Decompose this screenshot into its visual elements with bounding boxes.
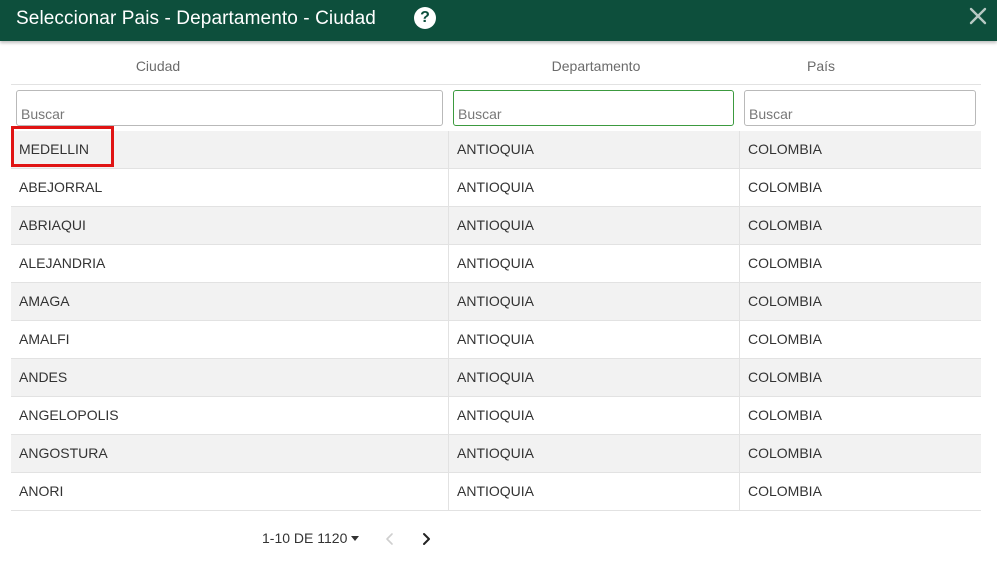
department-cell[interactable]: ANTIOQUIA — [448, 131, 739, 169]
table-row[interactable]: MEDELLIN ANTIOQUIA COLOMBIA — [11, 131, 981, 169]
chevron-right-icon[interactable] — [418, 530, 434, 548]
table-row[interactable]: AMALFI ANTIOQUIA COLOMBIA — [11, 321, 981, 359]
country-cell[interactable]: COLOMBIA — [739, 131, 981, 169]
city-cell[interactable]: ANORI — [11, 473, 448, 511]
department-cell[interactable]: ANTIOQUIA — [448, 283, 739, 321]
ciudad-search-input[interactable] — [16, 90, 443, 126]
city-cell[interactable]: AMALFI — [11, 321, 448, 359]
table-row[interactable]: ANGELOPOLIS ANTIOQUIA COLOMBIA — [11, 397, 981, 435]
question-circle-icon[interactable]: ? — [414, 7, 436, 29]
country-cell[interactable]: COLOMBIA — [739, 283, 981, 321]
city-cell[interactable]: MEDELLIN — [11, 131, 448, 169]
dialog-title: Seleccionar Pais - Departamento - Ciudad — [16, 8, 376, 29]
table-row[interactable]: ABRIAQUI ANTIOQUIA COLOMBIA — [11, 207, 981, 245]
city-cell[interactable]: ALEJANDRIA — [11, 245, 448, 283]
country-cell[interactable]: COLOMBIA — [739, 207, 981, 245]
table-row[interactable]: ANORI ANTIOQUIA COLOMBIA — [11, 473, 981, 511]
country-cell[interactable]: COLOMBIA — [739, 245, 981, 283]
department-cell[interactable]: ANTIOQUIA — [448, 207, 739, 245]
table-row[interactable]: ABEJORRAL ANTIOQUIA COLOMBIA — [11, 169, 981, 207]
country-cell[interactable]: COLOMBIA — [739, 473, 981, 511]
city-cell[interactable]: ANGELOPOLIS — [11, 397, 448, 435]
departamento-search-input[interactable] — [453, 90, 734, 126]
chevron-left-icon[interactable] — [382, 530, 398, 548]
column-header-pais[interactable]: País — [739, 48, 903, 85]
country-cell[interactable]: COLOMBIA — [739, 321, 981, 359]
table-header: Ciudad Departamento País — [11, 48, 981, 85]
country-cell[interactable]: COLOMBIA — [739, 397, 981, 435]
caret-down-icon — [351, 536, 360, 541]
department-cell[interactable]: ANTIOQUIA — [448, 169, 739, 207]
city-table: Ciudad Departamento País — [11, 48, 981, 85]
close-icon[interactable] — [966, 4, 990, 28]
department-cell[interactable]: ANTIOQUIA — [448, 435, 739, 473]
table-row[interactable]: ANDES ANTIOQUIA COLOMBIA — [11, 359, 981, 397]
country-cell[interactable]: COLOMBIA — [739, 169, 981, 207]
column-header-departamento[interactable]: Departamento — [448, 48, 744, 85]
page-size-dropdown[interactable]: 1-10 DE 1120 — [262, 530, 360, 546]
department-cell[interactable]: ANTIOQUIA — [448, 473, 739, 511]
table-row[interactable]: ALEJANDRIA ANTIOQUIA COLOMBIA — [11, 245, 981, 283]
city-cell[interactable]: ANDES — [11, 359, 448, 397]
city-cell[interactable]: AMAGA — [11, 283, 448, 321]
page-range-label: 1-10 DE 1120 — [262, 530, 348, 546]
dialog-header: Seleccionar Pais - Departamento - Ciudad… — [0, 0, 997, 41]
city-cell[interactable]: ABEJORRAL — [11, 169, 448, 207]
country-cell[interactable]: COLOMBIA — [739, 359, 981, 397]
table-row[interactable]: AMAGA ANTIOQUIA COLOMBIA — [11, 283, 981, 321]
department-cell[interactable]: ANTIOQUIA — [448, 321, 739, 359]
department-cell[interactable]: ANTIOQUIA — [448, 245, 739, 283]
pais-search-input[interactable] — [744, 90, 976, 126]
table-body: MEDELLIN ANTIOQUIA COLOMBIA ABEJORRAL AN… — [11, 131, 981, 511]
country-cell[interactable]: COLOMBIA — [739, 435, 981, 473]
department-cell[interactable]: ANTIOQUIA — [448, 359, 739, 397]
table-row[interactable]: ANGOSTURA ANTIOQUIA COLOMBIA — [11, 435, 981, 473]
city-cell[interactable]: ABRIAQUI — [11, 207, 448, 245]
city-cell[interactable]: ANGOSTURA — [11, 435, 448, 473]
column-header-ciudad[interactable]: Ciudad — [11, 48, 305, 85]
department-cell[interactable]: ANTIOQUIA — [448, 397, 739, 435]
